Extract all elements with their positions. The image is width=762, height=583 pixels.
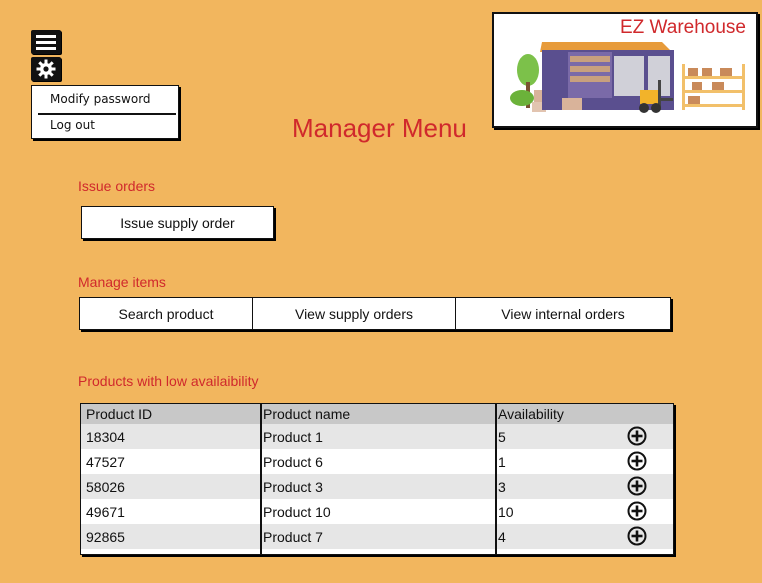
availability-cell: 5 (498, 428, 506, 445)
table-row: 49671 Product 10 10 (81, 499, 673, 524)
product-name-cell: Product 1 (263, 428, 323, 445)
search-product-button[interactable]: Search product (80, 298, 252, 329)
product-id-cell: 18304 (86, 428, 125, 445)
page-title: Manager Menu (292, 113, 467, 143)
column-header-product-name: Product name (263, 406, 351, 422)
table-header-row: Product ID Product name Availability (81, 404, 673, 424)
modify-password-menu-item[interactable]: Modify password (50, 88, 151, 110)
table-row: 58026 Product 3 3 (81, 474, 673, 499)
gear-icon[interactable] (31, 57, 61, 81)
availability-cell: 10 (498, 503, 514, 520)
column-header-product-id: Product ID (86, 406, 153, 422)
product-name-cell: Product 3 (263, 478, 323, 495)
product-id-cell: 58026 (86, 478, 125, 495)
table-row: 47527 Product 6 1 (81, 449, 673, 474)
column-divider (495, 404, 497, 554)
add-plus-circle-icon[interactable] (627, 526, 647, 546)
availability-cell: 1 (498, 453, 506, 470)
warehouse-illustration (510, 42, 745, 113)
availability-cell: 4 (498, 528, 506, 545)
column-header-availability: Availability (498, 406, 564, 422)
add-plus-circle-icon[interactable] (627, 451, 647, 471)
hamburger-menu-icon[interactable] (31, 30, 61, 54)
product-name-cell: Product 6 (263, 453, 323, 470)
low-availability-heading: Products with low availaibility (78, 373, 259, 389)
manage-items-heading: Manage items (78, 274, 166, 290)
product-id-cell: 47527 (86, 453, 125, 470)
add-plus-circle-icon[interactable] (627, 501, 647, 521)
brand-logo: EZ Warehouse (492, 12, 758, 128)
low-availability-table: Product ID Product name Availability 183… (80, 403, 674, 555)
product-id-cell: 49671 (86, 503, 125, 520)
column-divider (260, 404, 262, 554)
table-row: 92865 Product 7 4 (81, 524, 673, 549)
log-out-menu-item[interactable]: Log out (50, 114, 95, 136)
view-internal-orders-button[interactable]: View internal orders (455, 298, 670, 329)
availability-cell: 3 (498, 478, 506, 495)
user-dropdown-menu: Modify password Log out (31, 85, 179, 139)
add-plus-circle-icon[interactable] (627, 426, 647, 446)
product-id-cell: 92865 (86, 528, 125, 545)
issue-orders-heading: Issue orders (78, 178, 156, 194)
manage-items-button-group: Search product View supply orders View i… (79, 297, 671, 330)
view-supply-orders-button[interactable]: View supply orders (252, 298, 455, 329)
product-name-cell: Product 10 (263, 503, 331, 520)
issue-supply-order-button[interactable]: Issue supply order (81, 206, 274, 239)
product-name-cell: Product 7 (263, 528, 323, 545)
add-plus-circle-icon[interactable] (627, 476, 647, 496)
table-row: 18304 Product 1 5 (81, 424, 673, 449)
